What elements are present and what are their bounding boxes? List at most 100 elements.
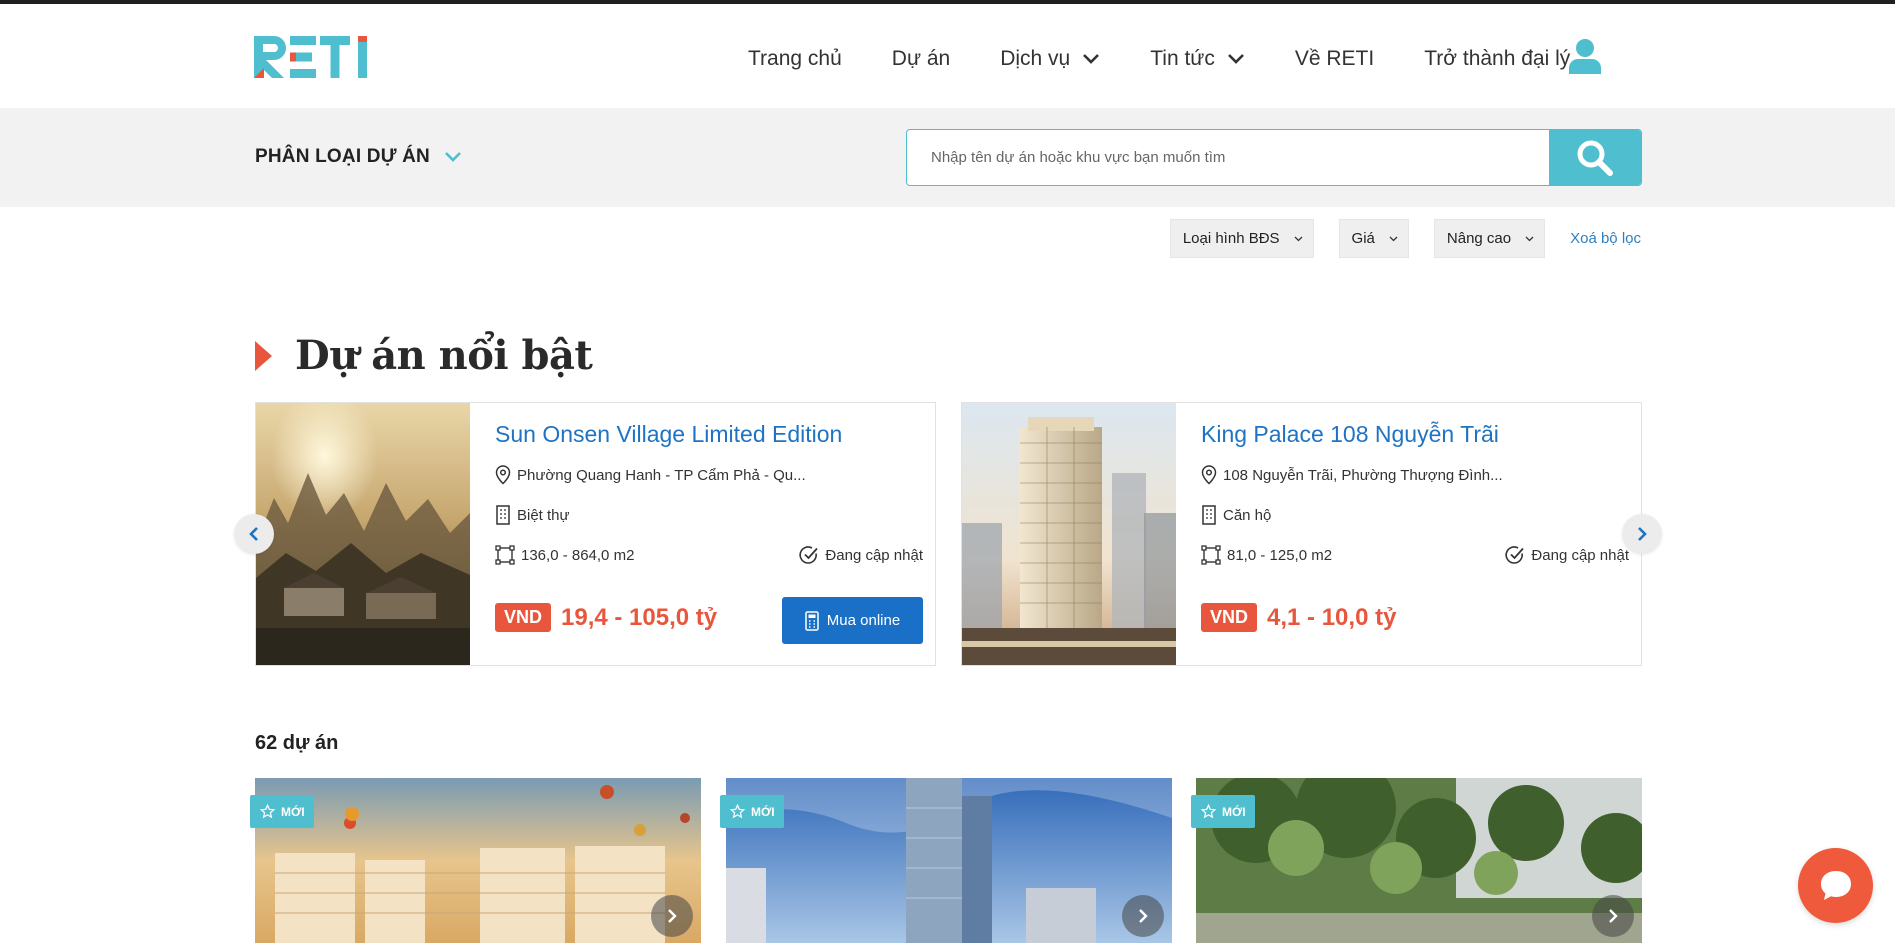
area-row: 136,0 - 864,0 m2 [495,545,634,565]
buy-online-button[interactable]: Mua online [782,597,923,644]
project-status: Đang cập nhật [825,546,923,564]
carousel-prev-button[interactable] [234,514,274,554]
project-thumbnail [1196,778,1642,943]
filter-property-type[interactable]: Loại hình BĐS [1169,219,1314,258]
location-pin-icon [495,465,511,485]
price-row: VND 19,4 - 105,0 tỷ [495,603,717,632]
currency-badge: VND [495,603,552,632]
main-nav: Trang chủ Dự án Dịch vụ Tin tức Về RETI … [748,42,1620,76]
chevron-down-icon [1525,236,1534,241]
featured-section-title: Dự án nổi bật [255,332,593,379]
project-count: 62 dự án [255,732,339,754]
star-icon [260,804,275,819]
project-area: 81,0 - 125,0 m2 [1227,546,1333,564]
new-badge: MỚI [1191,795,1255,828]
project-card[interactable] [726,778,1172,943]
building-icon [496,505,510,525]
chevron-down-icon [1083,54,1100,64]
area-row: 81,0 - 125,0 m2 [1201,545,1332,565]
reti-logo[interactable] [254,34,376,80]
nav-home[interactable]: Trang chủ [748,47,842,71]
chevron-down-icon [445,152,461,162]
project-thumbnail [255,778,701,943]
search-input[interactable] [907,130,1551,185]
project-price: 19,4 - 105,0 tỷ [561,603,718,631]
nav-about-label: Về RETI [1294,47,1375,70]
nav-projects[interactable]: Dự án [892,47,950,71]
chevron-left-icon [249,527,258,541]
chevron-right-icon [1609,909,1618,923]
project-thumbnail [726,778,1172,943]
image-next-button[interactable] [1592,895,1634,937]
project-image[interactable] [256,403,470,665]
chevron-down-icon [1294,236,1303,241]
new-badge: MỚI [720,795,784,828]
type-row: Biệt thự [495,505,570,525]
project-card[interactable] [255,778,701,943]
site-header: Trang chủ Dự án Dịch vụ Tin tức Về RETI … [0,4,1895,108]
nav-news-label: Tin tức [1150,47,1215,70]
area-icon [1201,545,1221,565]
type-row: Căn hộ [1201,505,1271,525]
chevron-right-icon [1139,909,1148,923]
currency-badge: VND [1201,603,1258,632]
featured-card[interactable]: King Palace 108 Nguyễn Trãi 108 Nguyễn T… [961,402,1642,666]
project-card[interactable] [1196,778,1642,943]
nav-become-agent-label: Trở thành đại lý [1424,47,1571,70]
project-category-dropdown[interactable]: PHÂN LOẠI DỰ ÁN [255,146,462,168]
image-next-button[interactable] [1122,895,1164,937]
building-icon [1202,505,1216,525]
project-type: Biệt thự [517,506,570,524]
location-pin-icon [1201,465,1217,485]
search-box [906,129,1642,186]
sun-onsen-photo [256,403,470,665]
nav-services-label: Dịch vụ [1000,47,1071,70]
featured-card[interactable]: Sun Onsen Village Limited Edition Phường… [255,402,936,666]
chat-button[interactable] [1798,848,1873,923]
new-badge-label: MỚI [1222,804,1246,819]
filter-bar: Loại hình BĐS Giá Nâng cao Xoá bộ lọc [1145,219,1641,258]
area-icon [495,545,515,565]
project-area: 136,0 - 864,0 m2 [521,546,635,564]
nav-become-agent[interactable]: Trở thành đại lý [1424,47,1570,71]
check-circle-icon [799,546,819,564]
card-body: King Palace 108 Nguyễn Trãi 108 Nguyễn T… [1176,403,1641,665]
carousel-next-button[interactable] [1622,514,1662,554]
filter-advanced[interactable]: Nâng cao [1433,219,1546,258]
chat-icon [1820,870,1851,900]
nav-news[interactable]: Tin tức [1150,47,1245,71]
address-row: 108 Nguyễn Trãi, Phường Thượng Đình... [1201,465,1503,485]
nav-services[interactable]: Dịch vụ [1000,47,1100,71]
filter-property-type-label: Loại hình BĐS [1182,230,1280,247]
chevron-down-icon [1227,54,1244,64]
new-badge-label: MỚI [281,804,305,819]
address-row: Phường Quang Hanh - TP Cẩm Phả - Qu... [495,465,806,485]
card-body: Sun Onsen Village Limited Edition Phường… [470,403,935,665]
price-row: VND 4,1 - 10,0 tỷ [1201,603,1396,632]
project-status: Đang cập nhật [1531,546,1629,564]
project-image[interactable] [962,403,1176,665]
filter-advanced-label: Nâng cao [1446,230,1512,247]
status-row: Đang cập nhật [1505,545,1629,565]
nav-about[interactable]: Về RETI [1295,47,1374,71]
project-address: Phường Quang Hanh - TP Cẩm Phả - Qu... [517,466,806,484]
new-badge-label: MỚI [751,804,775,819]
project-title-link[interactable]: King Palace 108 Nguyễn Trãi [1201,421,1499,448]
project-title-link[interactable]: Sun Onsen Village Limited Edition [495,421,842,448]
clear-filters-link[interactable]: Xoá bộ lọc [1570,230,1641,247]
chevron-right-icon [668,909,677,923]
star-icon [730,804,745,819]
chevron-right-icon [1638,527,1647,541]
search-button[interactable] [1549,130,1641,185]
project-price: 4,1 - 10,0 tỷ [1267,603,1397,631]
star-icon [1201,804,1216,819]
user-icon[interactable] [1568,38,1602,76]
featured-title: Dự án nổi bật [295,332,593,379]
image-next-button[interactable] [651,895,693,937]
buy-online-label: Mua online [826,612,901,629]
filter-price-label: Giá [1351,230,1375,247]
filter-price[interactable]: Giá [1338,219,1409,258]
king-palace-photo [962,403,1176,665]
status-row: Đang cập nhật [799,545,923,565]
category-label: PHÂN LOẠI DỰ ÁN [255,146,430,167]
